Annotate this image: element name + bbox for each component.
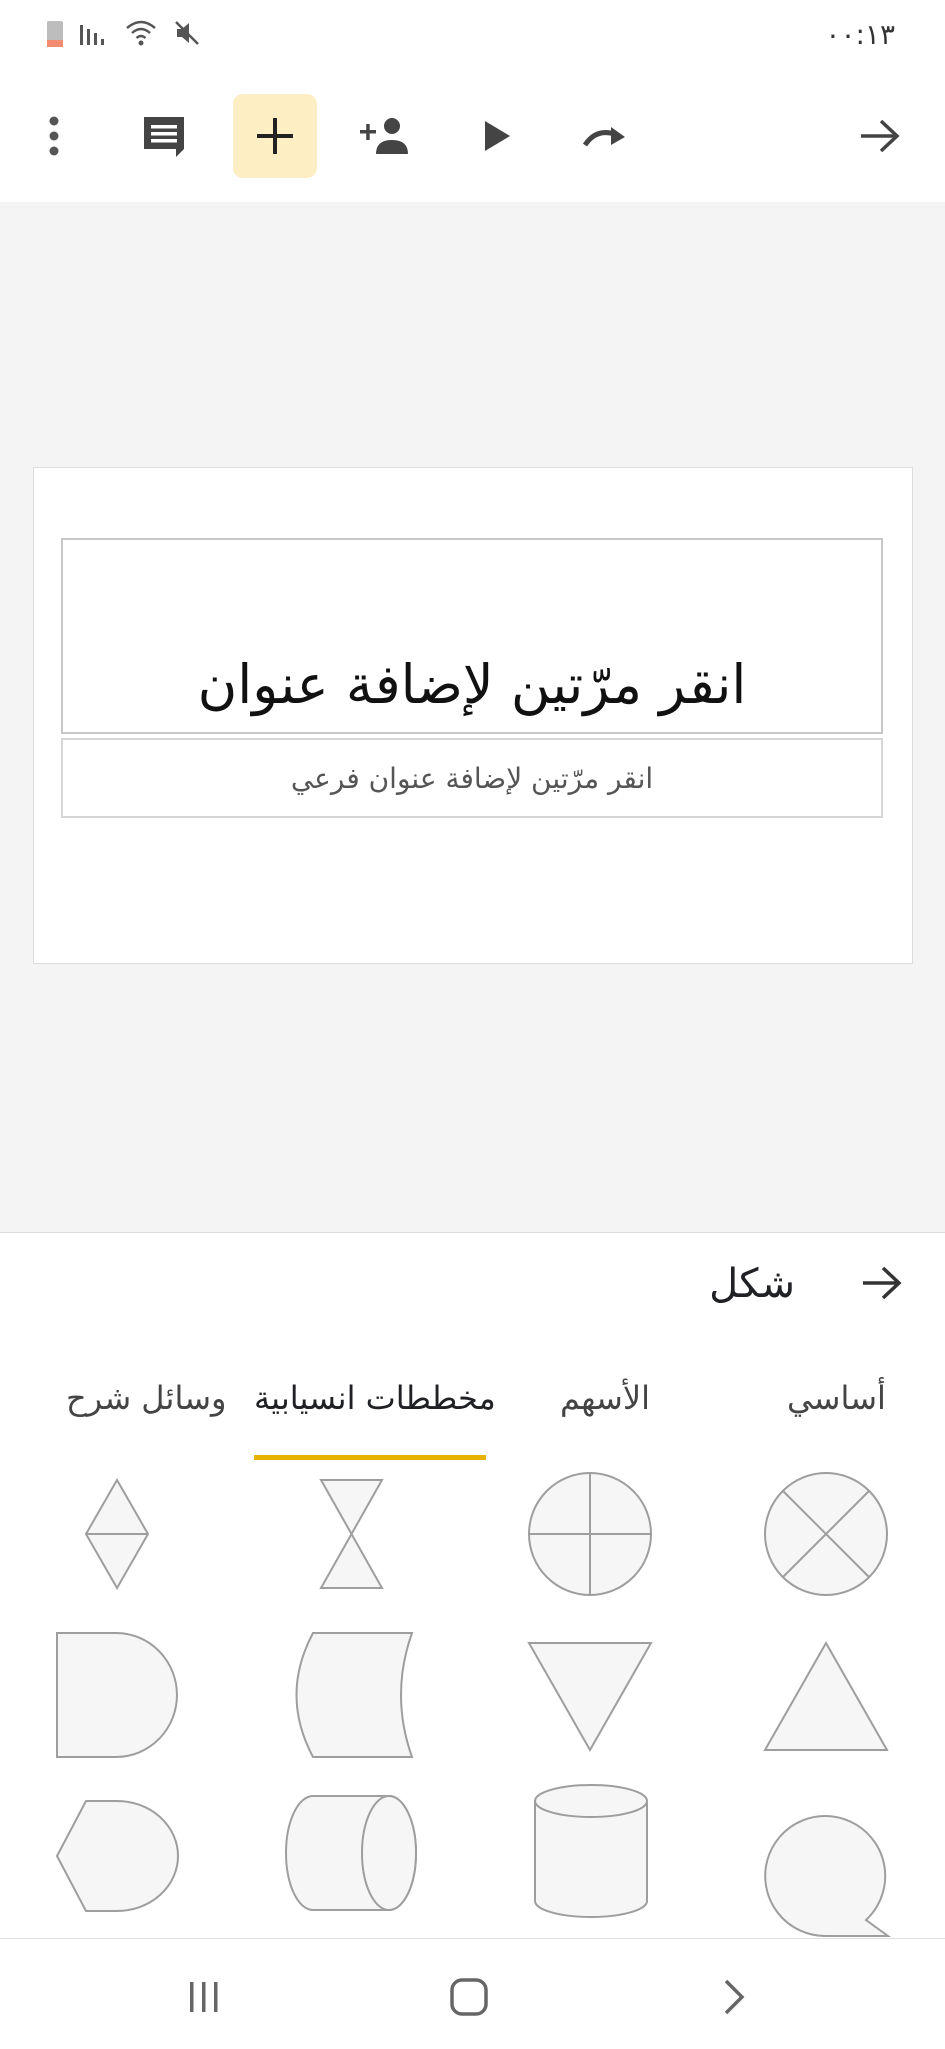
selected-tab-indicator	[254, 1455, 486, 1460]
back-arrow-icon	[863, 1266, 902, 1300]
shape-display[interactable]	[55, 1800, 179, 1912]
shape-extract[interactable]	[763, 1640, 889, 1751]
shape-or[interactable]	[528, 1472, 652, 1596]
insert-button[interactable]	[233, 94, 317, 178]
status-time: ۰۰:۱۳	[825, 18, 895, 51]
recent-apps-icon	[190, 1982, 218, 2012]
shape-sequential-access-storage[interactable]	[764, 1815, 892, 1937]
shape-collate[interactable]	[319, 1479, 384, 1589]
redo-button[interactable]	[563, 94, 647, 178]
mute-icon	[175, 21, 199, 45]
shapes-grid	[0, 1463, 945, 1937]
play-icon	[485, 121, 510, 151]
subtitle-placeholder[interactable]: انقر مرّتين لإضافة عنوان فرعي	[61, 738, 883, 818]
back-arrow-icon	[861, 119, 900, 153]
subtitle-placeholder-text: انقر مرّتين لإضافة عنوان فرعي	[290, 761, 654, 795]
add-icon	[257, 118, 293, 154]
shape-panel-header: شكل	[0, 1232, 945, 1348]
panel-back-button[interactable]	[861, 1265, 903, 1305]
signal-icon	[80, 25, 104, 45]
status-bar: ۰۰:۱۳	[0, 0, 945, 72]
status-icons	[46, 18, 202, 48]
redo-icon	[582, 127, 625, 147]
panel-title: شكل	[709, 1261, 795, 1307]
shape-stored-data[interactable]	[295, 1632, 414, 1758]
shape-direct-access-storage[interactable]	[285, 1795, 417, 1911]
tab-basic[interactable]: أساسي	[787, 1379, 886, 1417]
title-placeholder-text: انقر مرّتين لإضافة عنوان	[197, 653, 747, 716]
add-person-icon	[360, 118, 408, 154]
shape-sort[interactable]	[84, 1477, 150, 1591]
back-button[interactable]	[838, 94, 922, 178]
battery-icon	[47, 21, 63, 47]
shape-category-tabs: أساسي الأسهم مخططات انسيابية وسائل شرح	[0, 1347, 945, 1464]
shape-merge[interactable]	[527, 1642, 653, 1753]
system-navigation-bar	[0, 1938, 945, 2049]
tab-flowchart[interactable]: مخططات انسيابية	[254, 1379, 496, 1417]
toolbar	[0, 72, 945, 203]
tab-callouts[interactable]: وسائل شرح	[66, 1379, 226, 1417]
present-button[interactable]	[455, 94, 539, 178]
tab-arrows[interactable]: الأسهم	[560, 1379, 650, 1417]
shape-delay[interactable]	[56, 1632, 178, 1758]
shape-magnetic-disk[interactable]	[534, 1784, 648, 1918]
more-vert-icon	[49, 116, 59, 156]
home-button[interactable]	[439, 1967, 499, 2027]
system-back-button[interactable]	[704, 1967, 764, 2027]
more-options-button[interactable]	[12, 94, 96, 178]
home-icon	[450, 1978, 488, 2016]
wifi-icon	[126, 20, 156, 46]
title-placeholder[interactable]: انقر مرّتين لإضافة عنوان	[61, 538, 883, 734]
recent-apps-button[interactable]	[174, 1967, 234, 2027]
share-button[interactable]	[344, 94, 428, 178]
shape-summing-junction[interactable]	[764, 1472, 888, 1596]
comment-icon	[144, 117, 184, 157]
comment-button[interactable]	[122, 94, 206, 178]
back-icon	[724, 1979, 745, 2015]
